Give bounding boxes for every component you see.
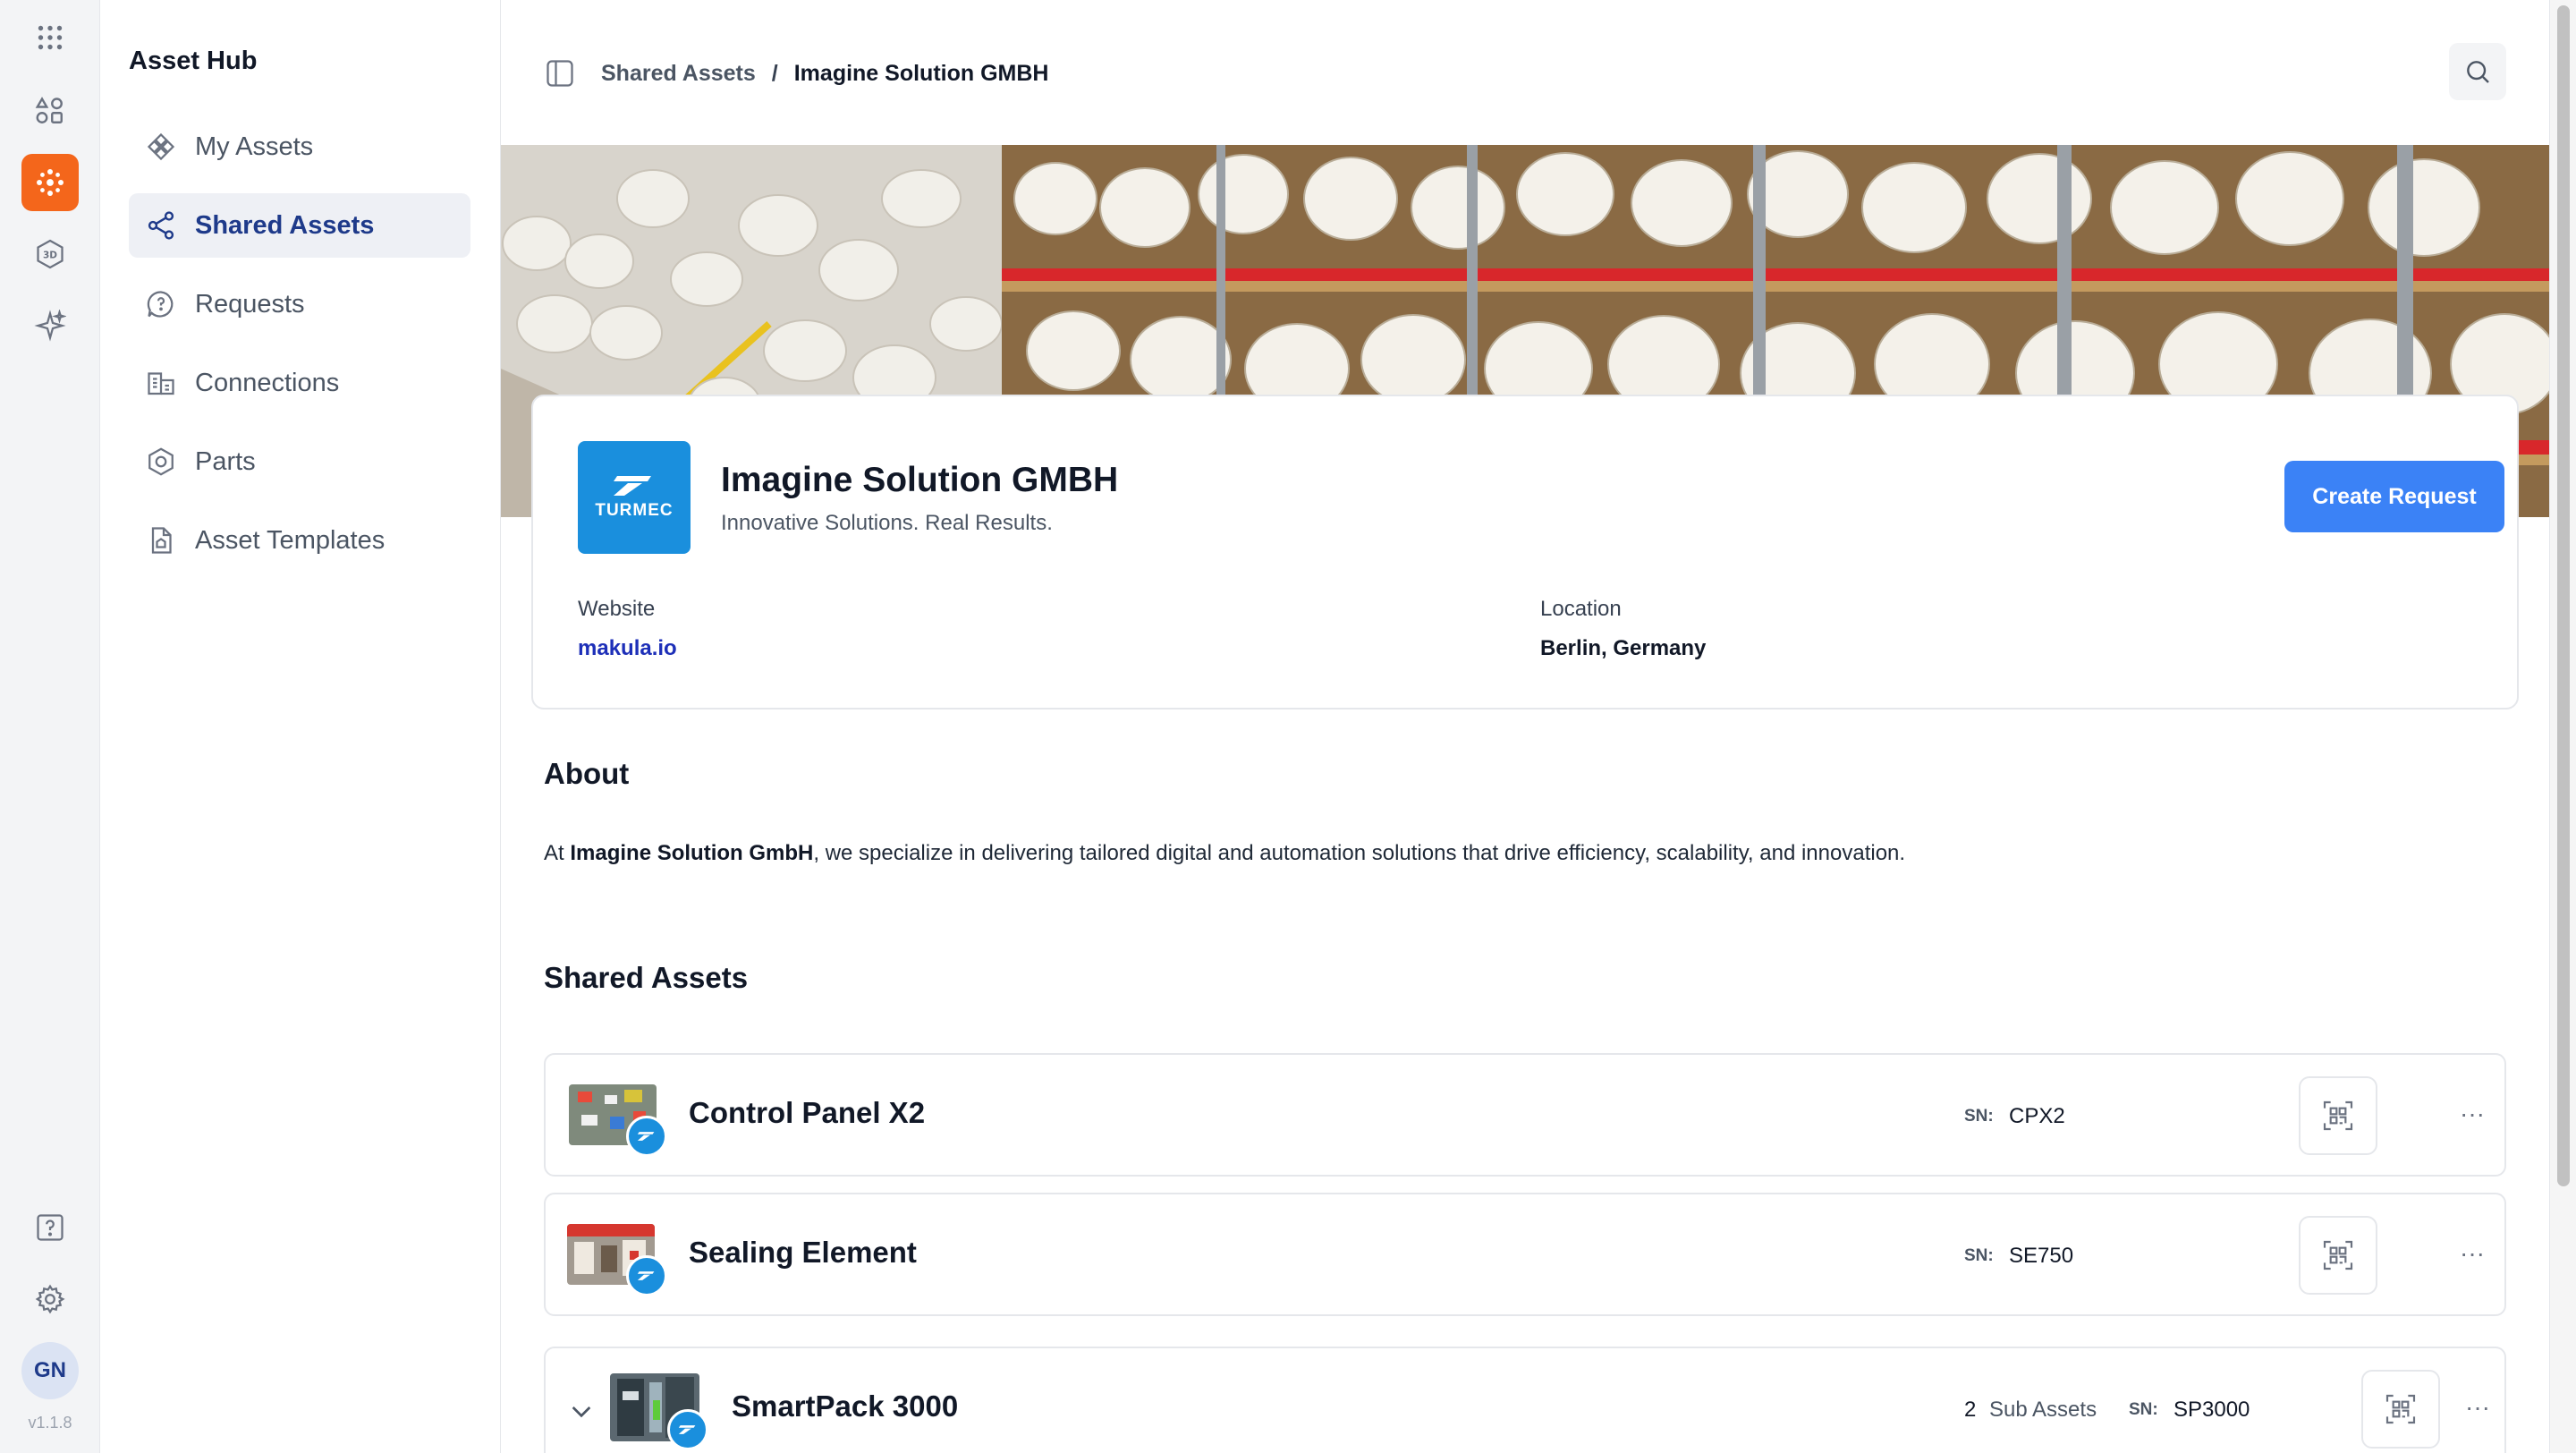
breadcrumb-separator: /	[771, 60, 778, 86]
logo-wordmark: TURMEC	[595, 501, 674, 520]
sn-value: SP3000	[2174, 1398, 2250, 1422]
share-icon	[145, 209, 177, 242]
qr-code-button[interactable]	[2299, 1216, 2377, 1295]
sidebar-item-label: Asset Templates	[195, 525, 386, 555]
company-logo: TURMEC	[578, 441, 691, 554]
sidebar-item-label: Parts	[195, 446, 256, 476]
sn-label: SN:	[1964, 1107, 1994, 1126]
more-options-icon[interactable]: ···	[2460, 1389, 2496, 1425]
search-icon	[2467, 61, 2489, 83]
assets-icon	[145, 131, 177, 163]
asset-name[interactable]: Control Panel X2	[689, 1096, 925, 1130]
sub-assets-count: 2	[1964, 1398, 1977, 1422]
more-options-icon[interactable]: ···	[2454, 1096, 2490, 1132]
search-button[interactable]	[2449, 43, 2506, 100]
sidebar-item-parts[interactable]: Parts	[129, 429, 470, 494]
qr-code-button[interactable]	[2299, 1076, 2377, 1155]
asset-name[interactable]: Sealing Element	[689, 1236, 917, 1270]
icon-rail: 3D GN v1.1.8	[0, 0, 100, 1453]
svg-text:3D: 3D	[43, 251, 57, 261]
3d-cube-icon[interactable]: 3D	[21, 225, 79, 283]
about-heading: About	[544, 757, 630, 790]
help-icon[interactable]	[21, 1199, 79, 1256]
avatar[interactable]: GN	[21, 1342, 79, 1399]
company-card: TURMEC Imagine Solution GMBH Innovative …	[531, 395, 2519, 710]
asset-row[interactable]: Control Panel X2 SN: CPX2 ···	[544, 1053, 2506, 1177]
apps-grid-icon[interactable]	[21, 9, 79, 66]
location-label: Location	[1540, 597, 1622, 621]
parts-icon	[145, 446, 177, 478]
page-scrollbar[interactable]	[2549, 0, 2576, 1453]
asset-row[interactable]: Sealing Element SN: SE750 ···	[544, 1193, 2506, 1316]
brand-badge-icon	[626, 1255, 667, 1296]
sidebar-item-requests[interactable]: Requests	[129, 272, 470, 336]
company-name: Imagine Solution GMBH	[721, 461, 1119, 499]
sidebar-item-asset-templates[interactable]: Asset Templates	[129, 508, 470, 573]
chevron-down-icon[interactable]	[567, 1397, 596, 1425]
create-request-button[interactable]: Create Request	[2284, 461, 2504, 532]
about-suffix: , we specialize in delivering tailored d…	[813, 841, 1906, 865]
request-icon	[145, 288, 177, 320]
breadcrumb-current: Imagine Solution GMBH	[793, 60, 1049, 86]
asset-row-expandable[interactable]: SmartPack 3000 2 Sub Assets SN: SP3000 ·…	[544, 1347, 2506, 1453]
sidebar-toggle-icon[interactable]	[544, 57, 576, 89]
sidebar-item-label: My Assets	[195, 132, 314, 161]
sidebar-title: Asset Hub	[129, 47, 258, 75]
brand-badge-icon	[667, 1409, 708, 1450]
sidebar-item-label: Requests	[195, 289, 305, 319]
ai-sparkle-icon[interactable]	[21, 297, 79, 354]
asset-hub-sidebar: Asset Hub My Assets Shared Assets Reques…	[100, 0, 501, 1453]
brand-badge-icon	[626, 1116, 667, 1157]
breadcrumb: Shared Assets / Imagine Solution GMBH	[601, 57, 1048, 89]
website-link[interactable]: makula.io	[578, 636, 677, 661]
sn-label: SN:	[2129, 1400, 2158, 1419]
top-bar: Shared Assets / Imagine Solution GMBH	[501, 0, 2549, 145]
sn-label: SN:	[1964, 1246, 1994, 1265]
breadcrumb-shared-assets[interactable]: Shared Assets	[601, 61, 756, 87]
dashboard-icon[interactable]	[21, 82, 79, 140]
asset-name[interactable]: SmartPack 3000	[732, 1389, 958, 1423]
shared-assets-heading: Shared Assets	[544, 961, 749, 994]
qr-code-icon	[2323, 1240, 2353, 1270]
qr-code-icon	[2385, 1394, 2416, 1424]
sidebar-item-connections[interactable]: Connections	[129, 351, 470, 415]
qr-code-icon	[2323, 1100, 2353, 1131]
connections-icon	[145, 367, 177, 399]
template-icon	[145, 524, 177, 557]
company-tagline: Innovative Solutions. Real Results.	[721, 511, 1053, 535]
asset-hub-icon[interactable]	[21, 154, 79, 211]
qr-code-button[interactable]	[2361, 1370, 2440, 1449]
main-content: Shared Assets / Imagine Solution GMBH TU…	[501, 0, 2549, 1453]
sidebar-item-label: Connections	[195, 368, 340, 397]
about-text: At Imagine Solution GmbH, we specialize …	[544, 841, 1905, 866]
about-company-name: Imagine Solution GmbH	[570, 841, 814, 865]
about-prefix: At	[544, 841, 571, 865]
turmec-logo-icon	[614, 476, 651, 496]
website-label: Website	[578, 597, 656, 621]
sub-assets-label: Sub Assets	[1989, 1398, 2097, 1422]
sidebar-item-my-assets[interactable]: My Assets	[129, 115, 470, 179]
sn-value: CPX2	[2009, 1104, 2065, 1128]
location-value: Berlin, Germany	[1540, 636, 1707, 660]
settings-icon[interactable]	[21, 1270, 79, 1328]
more-options-icon[interactable]: ···	[2454, 1236, 2490, 1271]
sidebar-item-shared-assets[interactable]: Shared Assets	[129, 193, 470, 258]
sidebar-item-label: Shared Assets	[195, 210, 375, 240]
app-version: v1.1.8	[28, 1414, 72, 1432]
sn-value: SE750	[2009, 1244, 2074, 1268]
scrollbar-thumb[interactable]	[2557, 5, 2570, 1186]
